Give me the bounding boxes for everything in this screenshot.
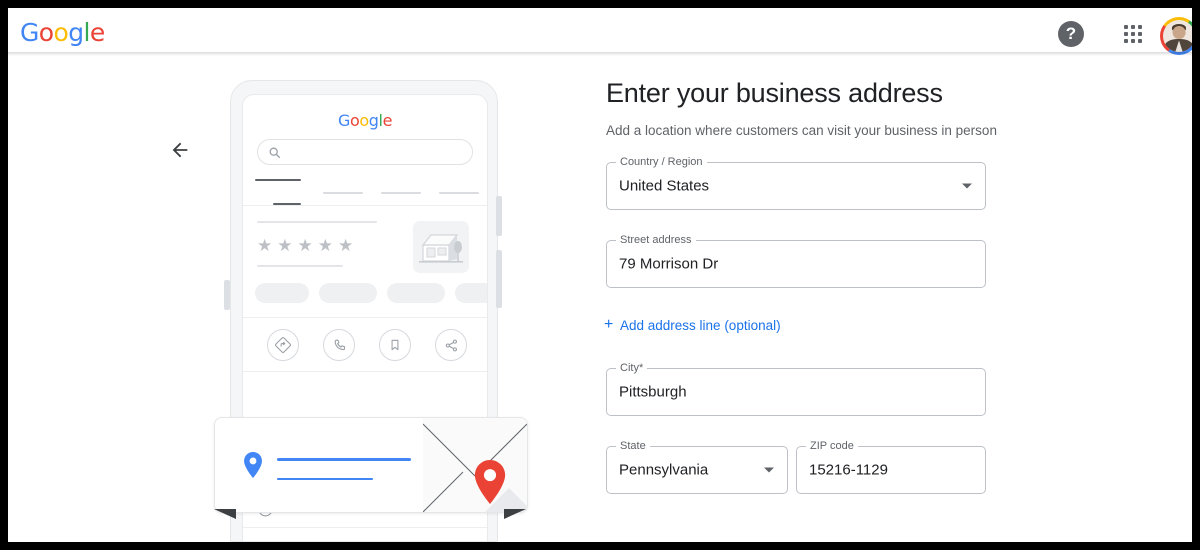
phone-divider-1: [243, 205, 487, 206]
chip-placeholder: [387, 283, 445, 303]
tab-active-label: [255, 179, 301, 181]
address-card-overlay: [214, 417, 528, 513]
city-field[interactable]: City* Pittsburgh: [606, 361, 986, 416]
page-title: Enter your business address: [606, 78, 943, 108]
tab-idle-1: [323, 192, 363, 194]
avatar[interactable]: [1160, 17, 1192, 55]
placeholder-line: [257, 221, 377, 223]
google-logo: Google: [20, 18, 105, 47]
zip-code-label: ZIP code: [806, 439, 858, 453]
apps-grid-icon[interactable]: [1120, 21, 1146, 47]
phone-icon: [323, 329, 355, 361]
star-icon: ★: [257, 236, 273, 255]
chevron-down-icon[interactable]: [962, 183, 972, 189]
chevron-down-icon[interactable]: [764, 467, 774, 473]
add-address-line-button[interactable]: + Add address line (optional): [604, 317, 781, 334]
phone-divider-3: [243, 371, 487, 372]
blue-map-pin-icon: [243, 452, 263, 483]
search-icon: [268, 146, 281, 164]
tab-idle-2: [381, 192, 421, 194]
rating-stars: ★ ★ ★ ★ ★: [257, 237, 353, 254]
phone-side-button-bottom: [496, 250, 502, 308]
red-map-pin-icon: [473, 460, 507, 509]
city-label: City*: [616, 361, 648, 375]
browser-content-frame: Google ? Google ★ ★ ★ ★ ★ Enter your bus…: [8, 8, 1192, 542]
phone-preview: Google ★ ★ ★ ★ ★: [214, 80, 528, 542]
storefront-thumbnail: [413, 221, 469, 273]
star-icon: ★: [297, 236, 313, 255]
address-line-2: [277, 478, 373, 480]
street-address-label: Street address: [616, 233, 696, 247]
plus-icon: +: [604, 316, 614, 333]
address-line-1: [277, 458, 411, 461]
tab-idle-3: [439, 192, 479, 194]
chip-placeholder: [455, 283, 487, 303]
placeholder-line: [257, 265, 343, 267]
phone-divider-4: [243, 527, 487, 528]
back-arrow-icon[interactable]: [164, 134, 196, 166]
phone-chip-row: [255, 283, 487, 303]
street-address-value: 79 Morrison Dr: [619, 255, 719, 273]
phone-tab-strip: [255, 179, 479, 205]
zip-code-value: 15216-1129: [809, 461, 888, 479]
share-icon: [435, 329, 467, 361]
app-header: Google ?: [8, 8, 1192, 55]
page-subtitle: Add a location where customers can visit…: [606, 123, 997, 138]
country-field[interactable]: Country / Region United States: [606, 155, 986, 210]
phone-google-logo: Google: [337, 111, 393, 130]
city-value: Pittsburgh: [619, 383, 687, 401]
phone-action-row: [255, 329, 479, 361]
state-field[interactable]: State Pennsylvania: [606, 439, 788, 494]
street-address-field[interactable]: Street address 79 Morrison Dr: [606, 233, 986, 288]
star-icon: ★: [317, 236, 333, 255]
directions-icon: [267, 329, 299, 361]
phone-search-bar: [257, 139, 473, 165]
zip-code-field[interactable]: ZIP code 15216-1129: [796, 439, 986, 494]
state-value: Pennsylvania: [619, 461, 709, 479]
state-label: State: [616, 439, 650, 453]
star-icon: ★: [338, 236, 354, 255]
avatar-photo: [1163, 20, 1192, 52]
bookmark-icon: [379, 329, 411, 361]
add-address-line-label: Add address line (optional): [620, 318, 781, 333]
chip-placeholder: [319, 283, 377, 303]
phone-divider-2: [243, 317, 487, 318]
country-value: United States: [619, 177, 710, 195]
star-icon: ★: [277, 236, 293, 255]
phone-side-button-top: [496, 196, 502, 236]
chip-placeholder: [255, 283, 309, 303]
country-label: Country / Region: [616, 155, 707, 169]
page-body: Google ★ ★ ★ ★ ★ Enter your business add…: [8, 56, 1192, 542]
help-icon[interactable]: ?: [1058, 21, 1084, 47]
